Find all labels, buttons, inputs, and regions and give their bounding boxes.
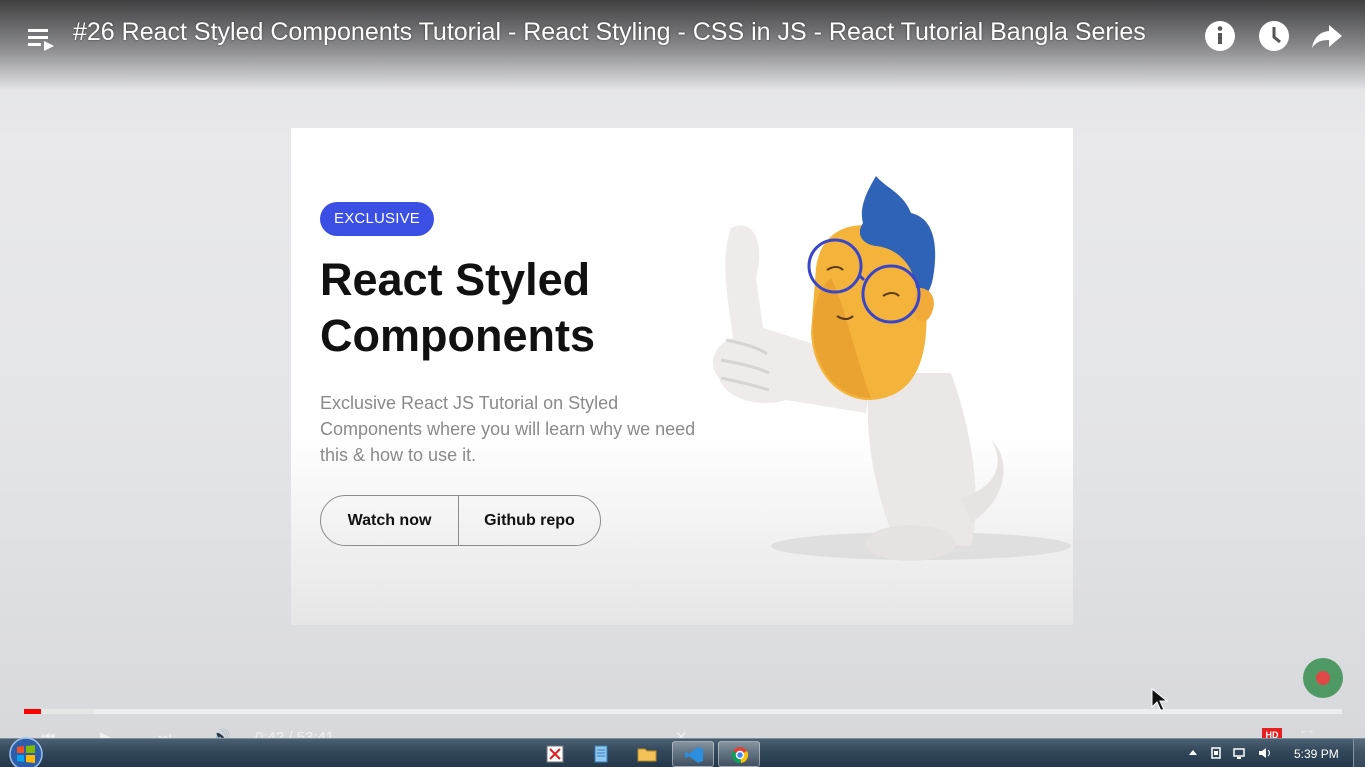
video-frame-slide[interactable]: EXCLUSIVE React Styled Components Exclus… bbox=[291, 128, 1073, 625]
play-icon[interactable]: ▶ bbox=[100, 730, 112, 739]
taskbar-vscode[interactable] bbox=[672, 741, 714, 767]
progress-played bbox=[24, 709, 42, 714]
github-repo-button[interactable]: Github repo bbox=[459, 496, 600, 545]
windows-start-icon[interactable] bbox=[8, 736, 44, 767]
taskbar-snipping-tool[interactable] bbox=[534, 741, 576, 767]
video-progress-bar[interactable] bbox=[24, 709, 1342, 714]
next-icon[interactable]: ⏭ bbox=[158, 730, 172, 739]
fullscreen-icon[interactable]: ⛶ bbox=[1302, 730, 1313, 739]
hd-badge: HD bbox=[1262, 728, 1282, 738]
mascot-thumbs-up-illustration bbox=[713, 176, 1071, 561]
time-display: 0:42 / 53:41 bbox=[255, 729, 335, 739]
tray-expand-icon[interactable] bbox=[1186, 746, 1200, 760]
tray-device-icon[interactable] bbox=[1209, 746, 1223, 760]
show-desktop-button[interactable] bbox=[1353, 739, 1365, 767]
player-controls-strip: ⏮ ▶ ⏭ 🔊 0:42 / 53:41 ✕ ⛶ bbox=[0, 728, 1365, 739]
clock-icon[interactable] bbox=[1257, 19, 1291, 53]
notepad-icon bbox=[594, 745, 608, 763]
playlist-icon[interactable] bbox=[26, 24, 56, 52]
exclusive-badge: EXCLUSIVE bbox=[320, 202, 434, 236]
taskbar-clock[interactable]: 5:39 PM bbox=[1294, 747, 1339, 761]
taskbar-notepad[interactable] bbox=[580, 741, 622, 767]
info-icon[interactable] bbox=[1203, 19, 1237, 53]
slide-description: Exclusive React JS Tutorial on Styled Co… bbox=[320, 393, 696, 465]
previous-icon[interactable]: ⏮ bbox=[42, 730, 56, 739]
share-icon[interactable] bbox=[1310, 19, 1344, 53]
screen-recorder-button[interactable] bbox=[1303, 658, 1343, 698]
close-icon[interactable]: ✕ bbox=[675, 730, 688, 739]
taskbar-chrome[interactable] bbox=[718, 741, 760, 767]
video-title[interactable]: #26 React Styled Components Tutorial - R… bbox=[73, 18, 1193, 47]
windows-taskbar: 5:39 PM bbox=[0, 736, 1365, 767]
tray-volume-icon[interactable] bbox=[1258, 746, 1272, 760]
volume-icon[interactable]: 🔊 bbox=[212, 730, 231, 739]
slide-title: React Styled Components bbox=[320, 254, 595, 361]
vscode-icon bbox=[685, 747, 703, 763]
file-explorer-icon bbox=[637, 748, 657, 762]
tray-network-icon[interactable] bbox=[1233, 746, 1247, 760]
slide-button-group: Watch now Github repo bbox=[320, 495, 601, 546]
snipping-tool-icon bbox=[546, 745, 564, 763]
taskbar-file-explorer[interactable] bbox=[626, 741, 668, 767]
chrome-icon bbox=[731, 747, 749, 764]
player-top-bar: #26 React Styled Components Tutorial - R… bbox=[0, 0, 1365, 90]
watch-now-button[interactable]: Watch now bbox=[321, 496, 459, 545]
